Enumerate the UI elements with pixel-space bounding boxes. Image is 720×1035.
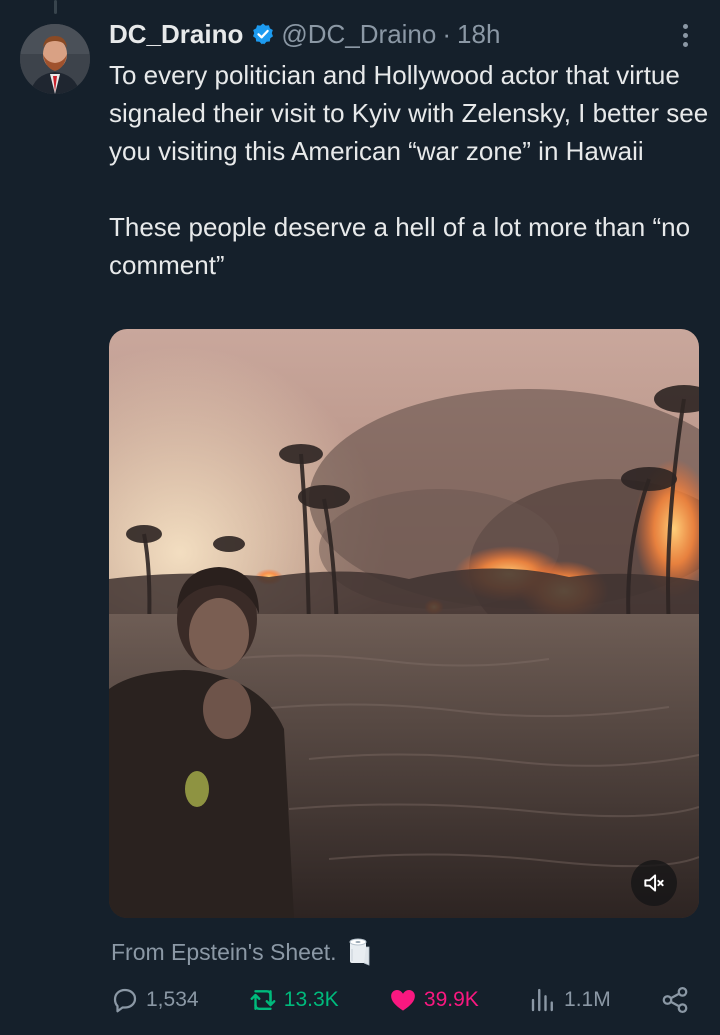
tweet-timestamp[interactable]: 18h [457,19,500,50]
tweet-paragraph-1: To every politician and Hollywood actor … [109,60,709,166]
author-display-name[interactable]: DC_Draino [109,19,243,50]
avatar[interactable] [20,24,90,94]
tweet-header: DC_Draino @DC_Draino · 18h [109,16,500,52]
view-count: 1.1M [564,988,611,1011]
tweet[interactable]: DC_Draino @DC_Draino · 18h To every poli… [0,0,720,1035]
more-options-icon[interactable] [670,20,700,50]
tweet-text: To every politician and Hollywood actor … [109,56,709,284]
volume-muted-icon [644,874,664,892]
reply-button[interactable]: 1,534 [110,985,199,1015]
reply-icon [113,988,137,1013]
retweet-button[interactable]: 13.3K [248,985,339,1015]
tweet-paragraph-2: These people deserve a hell of a lot mor… [109,212,691,280]
share-button[interactable] [660,985,690,1015]
video-frame-wildfire [109,329,699,918]
thread-connector-line [54,0,57,14]
source-text: From Epstein's Sheet. [111,938,337,965]
mute-toggle-button[interactable] [631,860,677,906]
tweet-action-bar: 1,534 13.3K 39.9K 1.1M [110,982,690,1018]
share-icon [662,987,688,1013]
author-handle[interactable]: @DC_Draino [281,19,436,50]
retweet-icon [250,990,276,1010]
toilet-paper-roll-icon [349,938,369,966]
views-button[interactable]: 1.1M [528,985,611,1015]
analytics-bars-icon [531,988,553,1012]
heart-filled-icon [391,990,415,1011]
reply-count: 1,534 [146,988,199,1011]
verified-badge-icon [253,23,274,45]
source-label[interactable]: From Epstein's Sheet. [111,935,371,969]
like-count: 39.9K [423,988,479,1011]
video-player[interactable] [109,329,699,918]
header-separator: · [442,18,452,49]
like-button[interactable]: 39.9K [388,985,479,1015]
retweet-count: 13.3K [283,988,339,1011]
